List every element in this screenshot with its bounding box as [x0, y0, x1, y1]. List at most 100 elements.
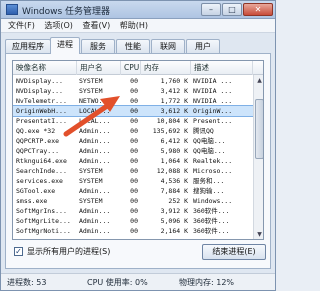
show-all-checkbox[interactable]: ✓	[14, 247, 23, 256]
process-name: NVDisplay...	[16, 77, 63, 85]
process-description: 搜狗输...	[193, 187, 225, 195]
column-user-name[interactable]: 用户名	[77, 61, 121, 75]
process-name: OriginWebH...	[16, 107, 67, 115]
process-memory: 1,760 K	[160, 77, 188, 85]
process-memory: 4,536 K	[160, 177, 188, 185]
process-name: smss.exe	[16, 197, 48, 205]
process-description: Present...	[193, 117, 233, 125]
tab-processes[interactable]: 进程	[50, 37, 80, 54]
process-user: SYSTEM	[79, 177, 103, 185]
process-user: SYSTEM	[79, 77, 103, 85]
tab-users[interactable]: 用户	[186, 39, 220, 53]
vertical-scrollbar[interactable]: ▲ ▼	[253, 75, 263, 239]
table-row[interactable]: NVDisplay... SYSTEM 00 1,760 K NVIDIA ...	[13, 76, 253, 86]
process-description: Realtek...	[193, 157, 233, 165]
process-user: Admin...	[79, 207, 111, 215]
process-cpu: 00	[130, 117, 138, 125]
process-name: SoftMgrLite...	[16, 217, 71, 225]
title-bar: Windows 任务管理器 – □ ✕	[1, 1, 275, 19]
table-row[interactable]: QQPCRTP.exe Admin... 00 6,412 K QQ电脑...	[13, 136, 253, 146]
process-user: Admin...	[79, 137, 111, 145]
process-description: OriginW...	[193, 107, 233, 115]
process-cpu: 00	[130, 127, 138, 135]
scroll-down-arrow-icon[interactable]: ▼	[255, 230, 263, 239]
menu-options[interactable]: 选项(O)	[44, 19, 73, 33]
process-cpu: 00	[130, 157, 138, 165]
process-description: Microso...	[193, 167, 233, 175]
table-row[interactable]: SoftMgrIns... Admin... 00 3,912 K 360软件...	[13, 206, 253, 216]
status-process-count: 进程数: 53	[7, 278, 47, 287]
process-user: LOCAL...	[79, 117, 111, 125]
task-manager-window: Windows 任务管理器 – □ ✕ 文件(F) 选项(O) 查看(V) 帮助…	[0, 0, 276, 291]
show-all-processes-option[interactable]: ✓ 显示所有用户的进程(S)	[14, 246, 164, 258]
process-description: 360软件...	[193, 217, 230, 225]
process-user: LOCAL...	[79, 107, 111, 115]
process-cpu: 00	[130, 167, 138, 175]
process-name: NVDisplay...	[16, 87, 63, 95]
table-row[interactable]: NVDisplay... SYSTEM 00 3,412 K NVIDIA ...	[13, 86, 253, 96]
column-cpu[interactable]: CPU	[121, 61, 141, 75]
tab-strip: 应用程序 进程 服务 性能 联网 用户	[5, 37, 271, 54]
process-memory: 3,912 K	[160, 207, 188, 215]
process-name: NvTelemetr...	[16, 97, 67, 105]
process-cpu: 00	[130, 97, 138, 105]
menu-view[interactable]: 查看(V)	[82, 19, 110, 33]
tab-applications[interactable]: 应用程序	[5, 39, 51, 53]
process-user: Admin...	[79, 157, 111, 165]
process-memory: 10,804 K	[156, 117, 188, 125]
maximize-button[interactable]: □	[222, 3, 242, 16]
process-cpu: 00	[130, 177, 138, 185]
table-row[interactable]: NvTelemetr... NETWO... 00 1,772 K NVIDIA ...	[13, 96, 253, 106]
menu-file[interactable]: 文件(F)	[8, 19, 35, 33]
process-name: QQPCRTP.exe	[16, 137, 60, 145]
process-memory: 1,772 K	[160, 97, 188, 105]
table-row[interactable]: SoftMgrLite... Admin... 00 5,096 K 360软件...	[13, 216, 253, 226]
table-row[interactable]: services.exe SYSTEM 00 4,536 K 服务和...	[13, 176, 253, 186]
table-row[interactable]: OriginWebH... LOCAL... 00 3,612 K OriginW...	[13, 105, 254, 117]
table-row[interactable]: Rtkngui64.exe Admin... 00 1,064 K Realtek...	[13, 156, 253, 166]
process-memory: 7,884 K	[160, 187, 188, 195]
process-cpu: 00	[130, 137, 138, 145]
process-name: Rtkngui64.exe	[16, 157, 67, 165]
process-user: NETWO...	[79, 97, 111, 105]
table-row[interactable]: SearchInde... SYSTEM 00 12,088 K Microso...	[13, 166, 253, 176]
menu-help[interactable]: 帮助(H)	[120, 19, 148, 33]
process-list[interactable]: 映像名称 用户名 CPU 内存 描述 NVDisplay... SYSTEM 00 1…	[12, 60, 264, 240]
process-memory: 3,612 K	[160, 107, 188, 115]
process-cpu: 00	[130, 197, 138, 205]
table-row[interactable]: SGTool.exe Admin... 00 7,884 K 搜狗输...	[13, 186, 253, 196]
table-row[interactable]: SoftMgrNoti... Admin... 00 2,164 K 360软件...	[13, 226, 253, 236]
process-name: PresentatI...	[16, 117, 67, 125]
process-user: Admin...	[79, 147, 111, 155]
table-row[interactable]: PresentatI... LOCAL... 00 10,804 K Present..…	[13, 116, 253, 126]
table-row[interactable]: QQPCTray... Admin... 00 5,980 K QQ电脑...	[13, 146, 253, 156]
minimize-button[interactable]: –	[201, 3, 221, 16]
tab-performance[interactable]: 性能	[116, 39, 150, 53]
process-description: 360软件...	[193, 207, 230, 215]
end-process-button[interactable]: 结束进程(E)	[202, 244, 266, 260]
menu-bar: 文件(F) 选项(O) 查看(V) 帮助(H)	[1, 19, 275, 33]
column-memory[interactable]: 内存	[141, 61, 191, 75]
column-image-name[interactable]: 映像名称	[13, 61, 77, 75]
scroll-up-arrow-icon[interactable]: ▲	[255, 76, 263, 85]
task-manager-icon	[6, 4, 18, 15]
process-user: Admin...	[79, 227, 111, 235]
tab-services[interactable]: 服务	[81, 39, 115, 53]
scroll-thumb[interactable]	[255, 99, 263, 159]
table-row[interactable]: QQ.exe *32 Admin... 00 135,692 K 腾讯QQ	[13, 126, 253, 136]
close-button[interactable]: ✕	[243, 3, 273, 16]
process-memory: 12,088 K	[156, 167, 188, 175]
process-user: SYSTEM	[79, 167, 103, 175]
show-all-label: 显示所有用户的进程(S)	[27, 247, 111, 256]
tab-networking[interactable]: 联网	[151, 39, 185, 53]
process-memory: 252 K	[168, 197, 188, 205]
process-cpu: 00	[130, 77, 138, 85]
process-memory: 1,064 K	[160, 157, 188, 165]
process-cpu: 00	[130, 147, 138, 155]
status-memory-usage: 物理内存: 12%	[179, 278, 235, 287]
column-description[interactable]: 描述	[191, 61, 253, 75]
process-name: QQ.exe *32	[16, 127, 56, 135]
table-row[interactable]: smss.exe SYSTEM 00 252 K Windows...	[13, 196, 253, 206]
process-cpu: 00	[130, 107, 138, 115]
process-cpu: 00	[130, 217, 138, 225]
